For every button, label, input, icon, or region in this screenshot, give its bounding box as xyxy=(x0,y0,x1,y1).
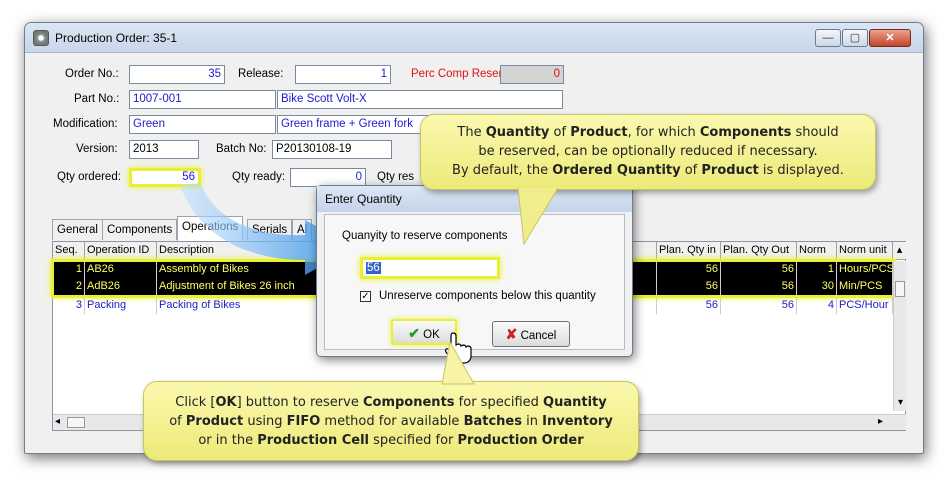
quantity-value: 56 xyxy=(366,262,381,274)
callout-text: of xyxy=(680,163,702,178)
callout-text: or in the xyxy=(198,433,258,448)
table-row-cell[interactable]: 56 xyxy=(657,297,721,314)
scroll-up-icon[interactable]: ▴ xyxy=(893,242,906,260)
horizontal-scroll-thumb[interactable] xyxy=(67,417,85,428)
scroll-right-icon[interactable]: ▸ xyxy=(878,416,883,427)
callout-text: Quantity xyxy=(485,125,550,140)
order-no-label: Order No.: xyxy=(65,68,119,80)
callout-text: Components xyxy=(699,125,792,140)
qty-ordered-label: Qty ordered: xyxy=(57,171,121,183)
callout-text: Batches xyxy=(463,414,522,429)
cancel-button[interactable]: ✘ Cancel xyxy=(492,321,570,347)
callout-text: Product xyxy=(701,163,759,178)
callout-text: Components xyxy=(362,395,455,410)
tab-components[interactable]: Components xyxy=(102,219,178,240)
callout-text: for specified xyxy=(454,395,544,410)
modification-field[interactable]: Green xyxy=(129,115,276,134)
callout-text: Production Cell xyxy=(257,433,370,448)
callout-text: of xyxy=(549,125,571,140)
bottom-callout: Click [OK] button to reserve Components … xyxy=(143,381,639,461)
callout-text: ] button to reserve xyxy=(236,395,363,410)
scroll-left-icon[interactable]: ◂ xyxy=(55,416,60,427)
part-no-field[interactable]: 1007-001 xyxy=(129,90,276,109)
callout-text: , for which xyxy=(627,125,700,140)
callout-text: using xyxy=(243,414,287,429)
unreserve-checkbox-label[interactable]: Unreserve components below this quantity xyxy=(379,290,596,302)
table-row-cell[interactable]: 4 xyxy=(797,297,837,314)
dialog-body: Quanyity to reserve components 56 ✓ Unre… xyxy=(324,214,625,364)
title-bar[interactable]: Production Order: 35-1 — ▢ ✕ xyxy=(25,23,923,53)
release-field[interactable]: 1 xyxy=(295,65,391,84)
bottom-callout-pointer xyxy=(441,342,475,385)
callout-text: is displayed. xyxy=(758,163,844,178)
scroll-down-icon[interactable]: ▾ xyxy=(894,397,907,408)
close-button[interactable]: ✕ xyxy=(869,29,911,47)
col-operation-id[interactable]: Operation ID xyxy=(85,242,157,260)
callout-text: specified for xyxy=(369,433,458,448)
col-plan-qty-in[interactable]: Plan. Qty in xyxy=(657,242,721,260)
vertical-scrollbar[interactable]: ▾ xyxy=(893,261,906,411)
callout-text: method for available xyxy=(320,414,464,429)
window-title: Production Order: 35-1 xyxy=(55,31,178,45)
callout-text: Inventory xyxy=(542,414,613,429)
callout-text: OK xyxy=(215,395,237,410)
callout-text: Product xyxy=(570,125,628,140)
version-label: Version: xyxy=(76,143,118,155)
tab-general[interactable]: General xyxy=(52,219,103,240)
col-seq[interactable]: Seq. xyxy=(53,242,85,260)
vertical-scroll-thumb[interactable] xyxy=(895,281,905,297)
quantity-prompt: Quanyity to reserve components xyxy=(342,230,508,242)
callout-text: Production xyxy=(457,433,538,448)
qty-reserved-label: Qty res xyxy=(377,171,415,183)
release-label: Release: xyxy=(238,68,284,80)
part-name-field: Bike Scott Volt-X xyxy=(277,90,563,109)
top-callout: The Quantity of Product, for which Compo… xyxy=(420,114,876,190)
batch-no-label: Batch No: xyxy=(216,143,267,155)
order-no-field[interactable]: 35 xyxy=(129,65,225,84)
table-row-cell[interactable]: PCS/Hour xyxy=(837,297,893,314)
top-callout-pointer xyxy=(518,188,559,246)
callout-text: be reserved, can be optionally reduced i… xyxy=(478,144,818,159)
batch-no-field[interactable]: P20130108-19 xyxy=(272,140,392,159)
col-norm-unit[interactable]: Norm unit xyxy=(837,242,893,260)
callout-text: Order xyxy=(541,433,584,448)
table-row-cell[interactable]: Packing xyxy=(85,297,157,314)
callout-text: of xyxy=(169,414,186,429)
col-norm[interactable]: Norm xyxy=(797,242,837,260)
callout-text: Product xyxy=(185,414,244,429)
callout-text: Quantity xyxy=(543,395,607,410)
callout-text: The xyxy=(457,125,486,140)
enter-quantity-dialog: Enter Quantity Quanyity to reserve compo… xyxy=(316,185,633,364)
quantity-input[interactable]: 56 xyxy=(360,257,500,279)
table-row-cell[interactable]: 56 xyxy=(721,297,797,314)
perc-comp-field: 0 xyxy=(500,65,564,84)
minimize-button[interactable]: — xyxy=(815,29,841,47)
callout-text: should xyxy=(791,125,839,140)
cancel-label: Cancel xyxy=(520,330,557,342)
app-icon xyxy=(33,30,49,46)
cancel-x-icon: ✘ xyxy=(505,326,518,342)
part-no-label: Part No.: xyxy=(74,93,120,105)
table-row-cell[interactable]: 3 xyxy=(53,297,85,314)
col-plan-qty-out[interactable]: Plan. Qty Out xyxy=(721,242,797,260)
unreserve-checkbox[interactable]: ✓ xyxy=(360,291,371,302)
check-icon: ✔ xyxy=(408,325,420,341)
callout-text: By default, the xyxy=(452,163,553,178)
maximize-button[interactable]: ▢ xyxy=(842,29,868,47)
callout-text: FIFO xyxy=(286,414,321,429)
callout-text: in xyxy=(522,414,543,429)
version-field[interactable]: 2013 xyxy=(129,140,199,159)
ok-label: OK xyxy=(423,329,440,341)
modification-label: Modification: xyxy=(53,118,118,130)
callout-text: Ordered Quantity xyxy=(552,163,681,178)
callout-text: Click [ xyxy=(175,395,216,410)
